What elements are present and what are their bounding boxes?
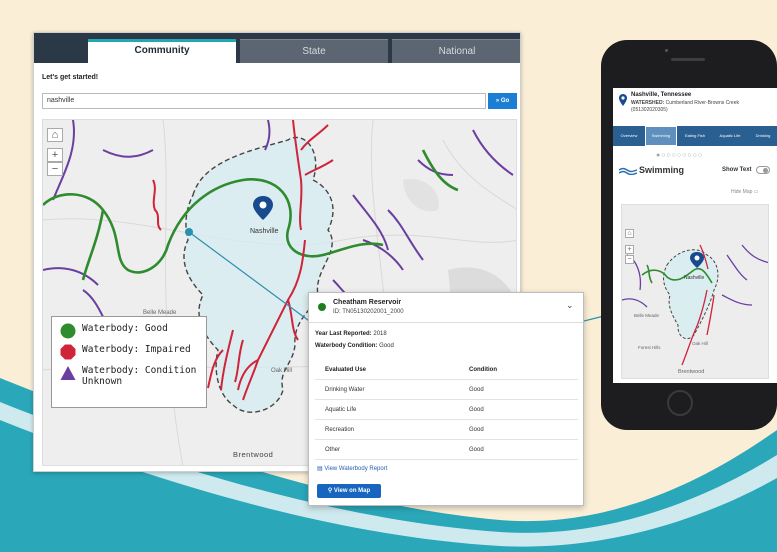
home-icon[interactable]: ⌂	[625, 229, 634, 238]
zoom-in-button[interactable]: +	[625, 245, 634, 254]
tab-eating-fish[interactable]: Eating Fish	[679, 126, 711, 146]
tab-drinking[interactable]: Drinking	[749, 126, 777, 146]
location-pin-icon	[619, 94, 627, 106]
phone-tab-bar: Overview Swimming Eating Fish Aquatic Li…	[613, 126, 777, 146]
carousel-dots[interactable]: ●○○○○○○○○	[656, 152, 703, 159]
map-label-forest-hills: Forest Hills	[638, 345, 661, 350]
hide-map-label: Hide Map	[731, 189, 753, 195]
show-text-toggle[interactable]	[756, 166, 770, 174]
camera-icon	[665, 49, 668, 52]
section-title: Swimming	[639, 165, 685, 175]
tab-aquatic-life[interactable]: Aquatic Life	[713, 126, 747, 146]
map-label-brentwood: Brentwood	[678, 369, 705, 375]
zoom-out-button[interactable]: −	[625, 255, 634, 264]
phone-map-canvas	[622, 244, 768, 366]
watershed-info: WATERSHED: Cumberland River-Browns Creek…	[631, 100, 771, 113]
show-text-label: Show Text	[722, 167, 752, 173]
location-title: Nashville, Tennessee	[631, 92, 692, 98]
map-label-oak-hill: Oak Hill	[692, 341, 708, 346]
map-label-belle-meade: Belle Meade	[634, 313, 660, 318]
map-icon: ▭	[753, 189, 759, 195]
map-label-nashville: Nashville	[684, 275, 705, 281]
phone-device: Nashville, Tennessee WATERSHED: Cumberla…	[601, 40, 777, 430]
tab-overview[interactable]: Overview	[615, 126, 643, 146]
home-button[interactable]	[667, 390, 693, 416]
hide-map-link[interactable]: Hide Map ▭	[731, 189, 759, 195]
watershed-label: WATERSHED:	[631, 100, 665, 106]
phone-map[interactable]: ⌂ + − Nashville Belle Meade Forest Hills…	[621, 204, 769, 379]
swimming-icon	[619, 167, 637, 175]
tab-swimming[interactable]: Swimming	[645, 126, 677, 146]
speaker-icon	[671, 58, 705, 61]
phone-screen: Nashville, Tennessee WATERSHED: Cumberla…	[613, 88, 777, 383]
